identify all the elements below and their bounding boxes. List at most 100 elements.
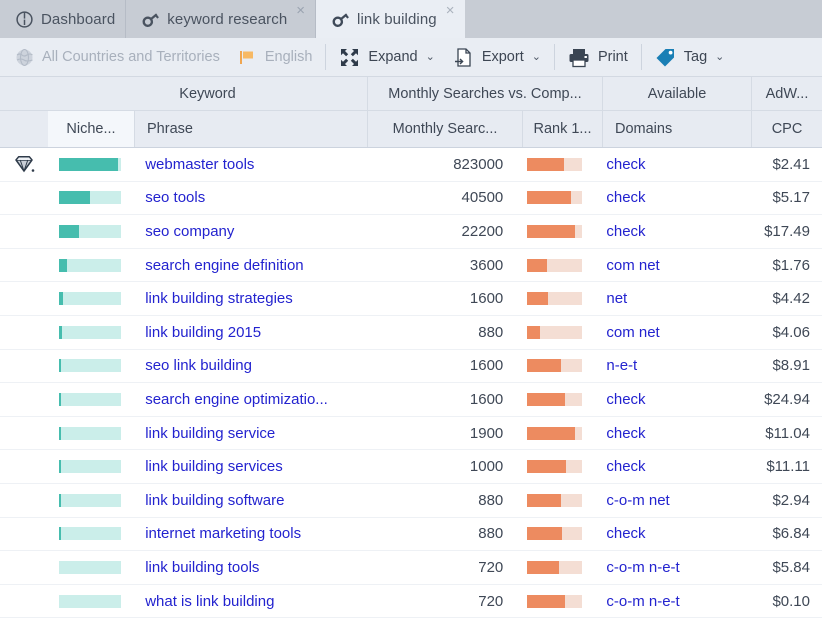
- cpc-cell: $11.04: [741, 417, 822, 450]
- niche-bar: [47, 450, 133, 483]
- domains-link[interactable]: n-e-t: [606, 357, 637, 374]
- group-header-available[interactable]: Available: [603, 77, 752, 110]
- table-row[interactable]: search engine optimizatio... 1600 check $24…: [0, 383, 822, 417]
- column-header-blank: [0, 111, 48, 147]
- niche-bar-track: [59, 527, 122, 541]
- rank-bar-fill: [527, 594, 566, 608]
- table-row[interactable]: search engine definition 3600 com net $1.76: [0, 249, 822, 283]
- table-row[interactable]: link building services 1000 check $11.11: [0, 450, 822, 484]
- keyword-phrase-link[interactable]: link building services: [145, 458, 283, 475]
- gem-cell-empty: [0, 484, 47, 517]
- tab-close-icon[interactable]: ×: [296, 3, 305, 18]
- table-row[interactable]: link building software 880 c-o-m net $2.94: [0, 484, 822, 518]
- tag-button[interactable]: Tag ⌄: [646, 38, 734, 76]
- keyword-phrase-link[interactable]: seo link building: [145, 357, 252, 374]
- keyword-phrase-link[interactable]: internet marketing tools: [145, 525, 301, 542]
- tab-close-icon[interactable]: ×: [446, 3, 455, 18]
- keyword-phrase-link[interactable]: link building tools: [145, 559, 259, 576]
- column-header-cpc[interactable]: CPC: [752, 111, 822, 147]
- table-row[interactable]: seo tools 40500 check $5.17: [0, 182, 822, 216]
- niche-bar-fill: [59, 359, 62, 373]
- tag-label: Tag: [683, 49, 708, 65]
- domains-link[interactable]: check: [606, 458, 645, 475]
- export-button[interactable]: Export ⌄: [444, 38, 550, 76]
- rank-bar-track: [527, 157, 583, 171]
- cpc-value: $2.41: [772, 155, 810, 173]
- keyword-phrase-link[interactable]: seo company: [145, 223, 234, 240]
- domains-link[interactable]: check: [606, 525, 645, 542]
- domains-link[interactable]: check: [606, 425, 645, 442]
- rank-bar-fill: [527, 325, 540, 339]
- keyword-phrase-link[interactable]: link building software: [145, 492, 284, 509]
- domains-link[interactable]: c-o-m net: [606, 492, 669, 509]
- column-header-niche[interactable]: Niche...: [48, 111, 135, 147]
- table-row[interactable]: webmaster tools 823000 check $2.41: [0, 148, 822, 182]
- keyword-phrase-link[interactable]: what is link building: [145, 593, 274, 610]
- phrase-cell: link building service: [133, 417, 362, 450]
- monthly-searches-value: 823000: [453, 155, 504, 173]
- gem-cell-empty: [0, 417, 47, 450]
- domains-link[interactable]: net: [606, 290, 627, 307]
- domains-link[interactable]: com net: [606, 257, 659, 274]
- niche-bar-fill: [59, 426, 62, 440]
- domains-link[interactable]: com net: [606, 324, 659, 341]
- tab-dashboard[interactable]: Dashboard: [0, 0, 127, 38]
- gem-cell-empty: [0, 282, 47, 315]
- domains-link[interactable]: check: [606, 223, 645, 240]
- expand-button[interactable]: Expand ⌄: [330, 38, 443, 76]
- phrase-cell: seo link building: [133, 350, 362, 383]
- rank-bar: [515, 350, 594, 383]
- table-row[interactable]: seo link building 1600 n-e-t $8.91: [0, 350, 822, 384]
- rank-bar-track: [527, 527, 583, 541]
- tab-link-building[interactable]: link building ×: [316, 0, 465, 38]
- chevron-down-icon[interactable]: ⌄: [426, 51, 435, 63]
- domains-link[interactable]: check: [606, 391, 645, 408]
- rank-bar-track: [527, 426, 583, 440]
- gem-cell-empty: [0, 551, 47, 584]
- niche-bar: [47, 551, 133, 584]
- table-row[interactable]: what is link building 720 c-o-m n-e-t $0.10: [0, 585, 822, 618]
- keyword-phrase-link[interactable]: search engine definition: [145, 257, 303, 274]
- domains-link[interactable]: check: [606, 189, 645, 206]
- group-header-keyword[interactable]: Keyword: [48, 77, 368, 110]
- niche-bar-fill: [59, 392, 62, 406]
- domains-link[interactable]: check: [606, 156, 645, 173]
- keyword-phrase-link[interactable]: seo tools: [145, 189, 205, 206]
- keyword-phrase-link[interactable]: link building strategies: [145, 290, 293, 307]
- gem-icon[interactable]: [0, 148, 47, 181]
- language-selector[interactable]: English: [229, 38, 322, 76]
- niche-bar: [47, 182, 133, 215]
- keyword-phrase-link[interactable]: webmaster tools: [145, 156, 254, 173]
- table-row[interactable]: link building tools 720 c-o-m n-e-t $5.84: [0, 551, 822, 585]
- column-header-phrase[interactable]: Phrase: [135, 111, 368, 147]
- table-row[interactable]: seo company 22200 check $17.49: [0, 215, 822, 249]
- monthly-searches-value: 880: [478, 491, 504, 509]
- domains-link[interactable]: c-o-m n-e-t: [606, 559, 679, 576]
- group-header-adwords[interactable]: AdW...: [752, 77, 822, 110]
- niche-bar-track: [59, 258, 122, 272]
- table-row[interactable]: internet marketing tools 880 check $6.84: [0, 518, 822, 552]
- chevron-down-icon[interactable]: ⌄: [715, 51, 724, 63]
- keyword-phrase-link[interactable]: link building service: [145, 425, 275, 442]
- column-header-rank[interactable]: Rank 1...: [523, 111, 603, 147]
- chevron-down-icon[interactable]: ⌄: [532, 51, 541, 63]
- rank-bar: [515, 249, 594, 282]
- table-row[interactable]: link building service 1900 check $11.04: [0, 417, 822, 451]
- column-header-monthly-searches[interactable]: Monthly Searc...: [368, 111, 523, 147]
- cpc-cell: $1.76: [741, 249, 822, 282]
- print-button[interactable]: Print: [559, 38, 637, 76]
- table-row[interactable]: link building 2015 880 com net $4.06: [0, 316, 822, 350]
- niche-bar: [47, 585, 133, 618]
- rank-bar: [515, 215, 594, 248]
- gem-cell-empty: [0, 450, 47, 483]
- tab-keyword-research[interactable]: keyword research ×: [126, 0, 317, 38]
- keyword-phrase-link[interactable]: link building 2015: [145, 324, 261, 341]
- group-header-monthly-searches-vs-comp[interactable]: Monthly Searches vs. Comp...: [368, 77, 603, 110]
- niche-bar: [47, 249, 133, 282]
- rank-bar: [515, 450, 594, 483]
- keyword-phrase-link[interactable]: search engine optimizatio...: [145, 391, 328, 408]
- country-selector[interactable]: All Countries and Territories: [6, 38, 229, 76]
- table-row[interactable]: link building strategies 1600 net $4.42: [0, 282, 822, 316]
- domains-link[interactable]: c-o-m n-e-t: [606, 593, 679, 610]
- column-header-domains[interactable]: Domains: [603, 111, 752, 147]
